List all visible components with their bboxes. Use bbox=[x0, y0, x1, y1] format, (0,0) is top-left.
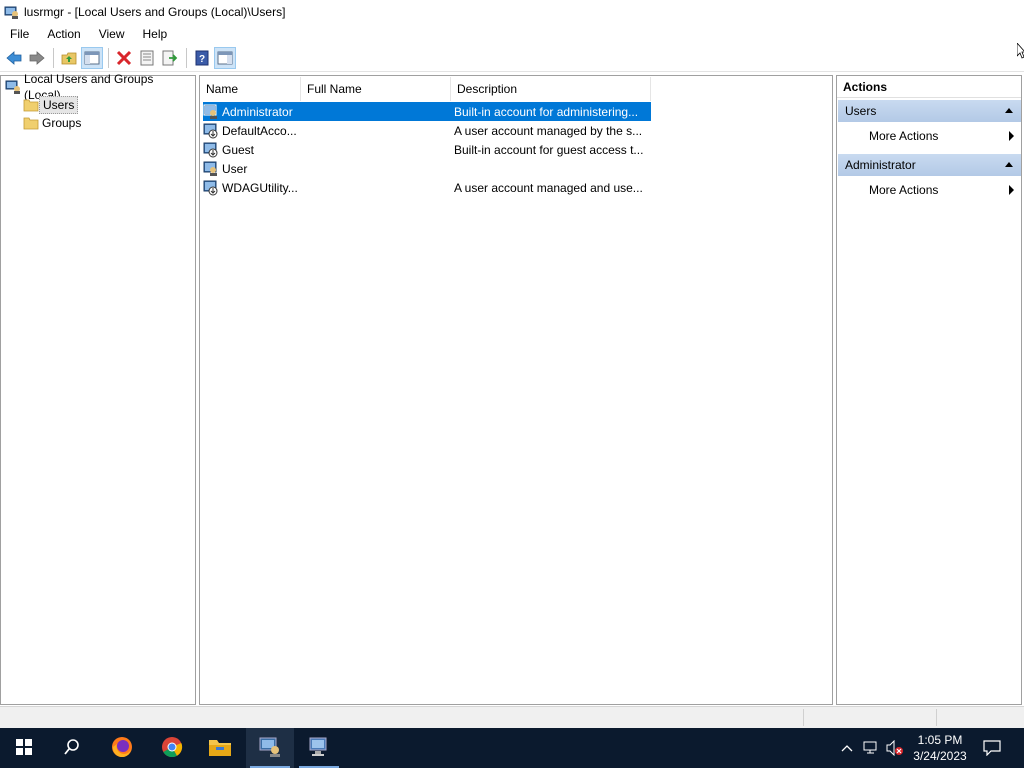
collapse-icon[interactable] bbox=[1005, 108, 1013, 113]
column-header-name[interactable]: Name bbox=[200, 77, 301, 101]
tree-item-users[interactable]: Users bbox=[23, 96, 79, 114]
results-list: Name Full Name Description Administrator… bbox=[199, 75, 833, 705]
action-group-administrator[interactable]: Administrator bbox=[838, 154, 1021, 176]
user-name: DefaultAcco... bbox=[222, 123, 297, 138]
disabled-user-icon bbox=[203, 123, 219, 139]
toolbar-separator bbox=[53, 48, 54, 68]
show-hide-tree-icon[interactable] bbox=[81, 47, 103, 69]
tree-root[interactable]: Local Users and Groups (Local) bbox=[5, 72, 195, 102]
menu-help[interactable]: Help bbox=[133, 24, 176, 44]
status-segment bbox=[936, 709, 937, 726]
toolbar-separator bbox=[108, 48, 109, 68]
user-description: Built-in account for administering... bbox=[454, 104, 639, 119]
user-description: A user account managed and use... bbox=[454, 180, 643, 195]
search-icon bbox=[63, 738, 81, 759]
properties-icon[interactable] bbox=[136, 47, 158, 69]
start-icon bbox=[15, 738, 33, 759]
user-name: WDAGUtility... bbox=[222, 180, 298, 195]
volume-muted-icon[interactable] bbox=[886, 738, 904, 758]
console-tree: Local Users and Groups (Local) Users Gro… bbox=[0, 72, 196, 705]
tree-item-label: Users bbox=[39, 96, 79, 114]
toolbar-separator bbox=[186, 48, 187, 68]
taskbar-firefox[interactable] bbox=[98, 728, 146, 768]
user-description: A user account managed by the s... bbox=[454, 123, 643, 138]
taskbar-file-explorer[interactable] bbox=[196, 728, 244, 768]
tree-item-groups[interactable]: Groups bbox=[23, 114, 84, 132]
chevron-up-icon[interactable] bbox=[838, 738, 856, 758]
taskbar: 1:05 PM 3/24/2023 bbox=[0, 728, 1024, 768]
disabled-user-icon bbox=[203, 142, 219, 158]
action-item-label: More Actions bbox=[869, 129, 939, 143]
show-hide-action-pane-icon[interactable] bbox=[214, 47, 236, 69]
search-button[interactable] bbox=[48, 728, 96, 768]
table-row[interactable]: WDAGUtility... A user account managed an… bbox=[203, 178, 651, 197]
computer-management-icon bbox=[307, 736, 331, 761]
status-segment bbox=[803, 709, 804, 726]
window-title: lusrmgr - [Local Users and Groups (Local… bbox=[24, 5, 286, 19]
forward-icon[interactable] bbox=[26, 47, 48, 69]
taskbar-chrome[interactable] bbox=[148, 728, 196, 768]
taskbar-clock[interactable]: 1:05 PM 3/24/2023 bbox=[904, 732, 976, 764]
delete-icon[interactable] bbox=[113, 47, 135, 69]
submenu-arrow-icon bbox=[1009, 185, 1014, 195]
back-icon[interactable] bbox=[3, 47, 25, 69]
file-explorer-icon bbox=[208, 736, 232, 761]
actions-title: Actions bbox=[837, 76, 1021, 98]
status-bar bbox=[0, 706, 1024, 728]
user-name: Administrator bbox=[222, 104, 293, 119]
network-icon[interactable] bbox=[862, 738, 880, 758]
tree-item-label: Groups bbox=[42, 116, 82, 130]
more-actions-users[interactable]: More Actions bbox=[869, 126, 1017, 146]
svg-text:?: ? bbox=[199, 54, 205, 65]
column-header-description[interactable]: Description bbox=[451, 77, 651, 101]
export-list-icon[interactable] bbox=[159, 47, 181, 69]
action-item-label: More Actions bbox=[869, 183, 939, 197]
notifications-icon[interactable] bbox=[982, 738, 1002, 758]
table-row[interactable]: Guest Built-in account for guest access … bbox=[203, 140, 651, 159]
clock-date: 3/24/2023 bbox=[913, 749, 967, 763]
up-folder-icon[interactable] bbox=[58, 47, 80, 69]
taskbar-computer-management[interactable] bbox=[295, 728, 343, 768]
menu-view[interactable]: View bbox=[89, 24, 133, 44]
computer-users-icon bbox=[5, 79, 21, 95]
action-group-label: Users bbox=[845, 104, 877, 118]
start-button[interactable] bbox=[0, 728, 48, 768]
action-group-label: Administrator bbox=[845, 158, 916, 172]
menu-file[interactable]: File bbox=[0, 24, 37, 44]
users-app-icon bbox=[4, 4, 20, 20]
table-row[interactable]: DefaultAcco... A user account managed by… bbox=[203, 121, 651, 140]
toolbar: ? bbox=[0, 45, 1024, 72]
user-name: Guest bbox=[222, 142, 255, 157]
disabled-user-icon bbox=[203, 180, 219, 196]
folder-icon bbox=[23, 115, 39, 131]
table-row[interactable]: User bbox=[203, 159, 651, 178]
action-group-users[interactable]: Users bbox=[838, 100, 1021, 122]
collapse-icon[interactable] bbox=[1005, 162, 1013, 167]
menu-action[interactable]: Action bbox=[37, 24, 88, 44]
title-bar: lusrmgr - [Local Users and Groups (Local… bbox=[0, 0, 1024, 24]
user-name: User bbox=[222, 161, 248, 176]
taskbar-lusrmgr[interactable] bbox=[246, 728, 294, 768]
column-header-full-name[interactable]: Full Name bbox=[301, 77, 451, 101]
clock-time: 1:05 PM bbox=[917, 733, 963, 747]
lusrmgr-icon bbox=[258, 736, 282, 761]
user-icon bbox=[203, 161, 219, 177]
menu-bar: File Action View Help bbox=[0, 24, 1024, 44]
table-row[interactable]: Administrator Built-in account for admin… bbox=[203, 102, 651, 121]
actions-pane: Actions Users More Actions Administrator… bbox=[836, 75, 1022, 705]
chrome-icon bbox=[160, 735, 184, 762]
firefox-icon bbox=[110, 735, 134, 762]
help-icon[interactable]: ? bbox=[191, 47, 213, 69]
user-icon bbox=[203, 104, 219, 120]
mouse-cursor-icon bbox=[1016, 41, 1024, 62]
submenu-arrow-icon bbox=[1009, 131, 1014, 141]
user-description: Built-in account for guest access t... bbox=[454, 142, 644, 157]
more-actions-administrator[interactable]: More Actions bbox=[869, 180, 1017, 200]
folder-icon bbox=[23, 97, 39, 113]
